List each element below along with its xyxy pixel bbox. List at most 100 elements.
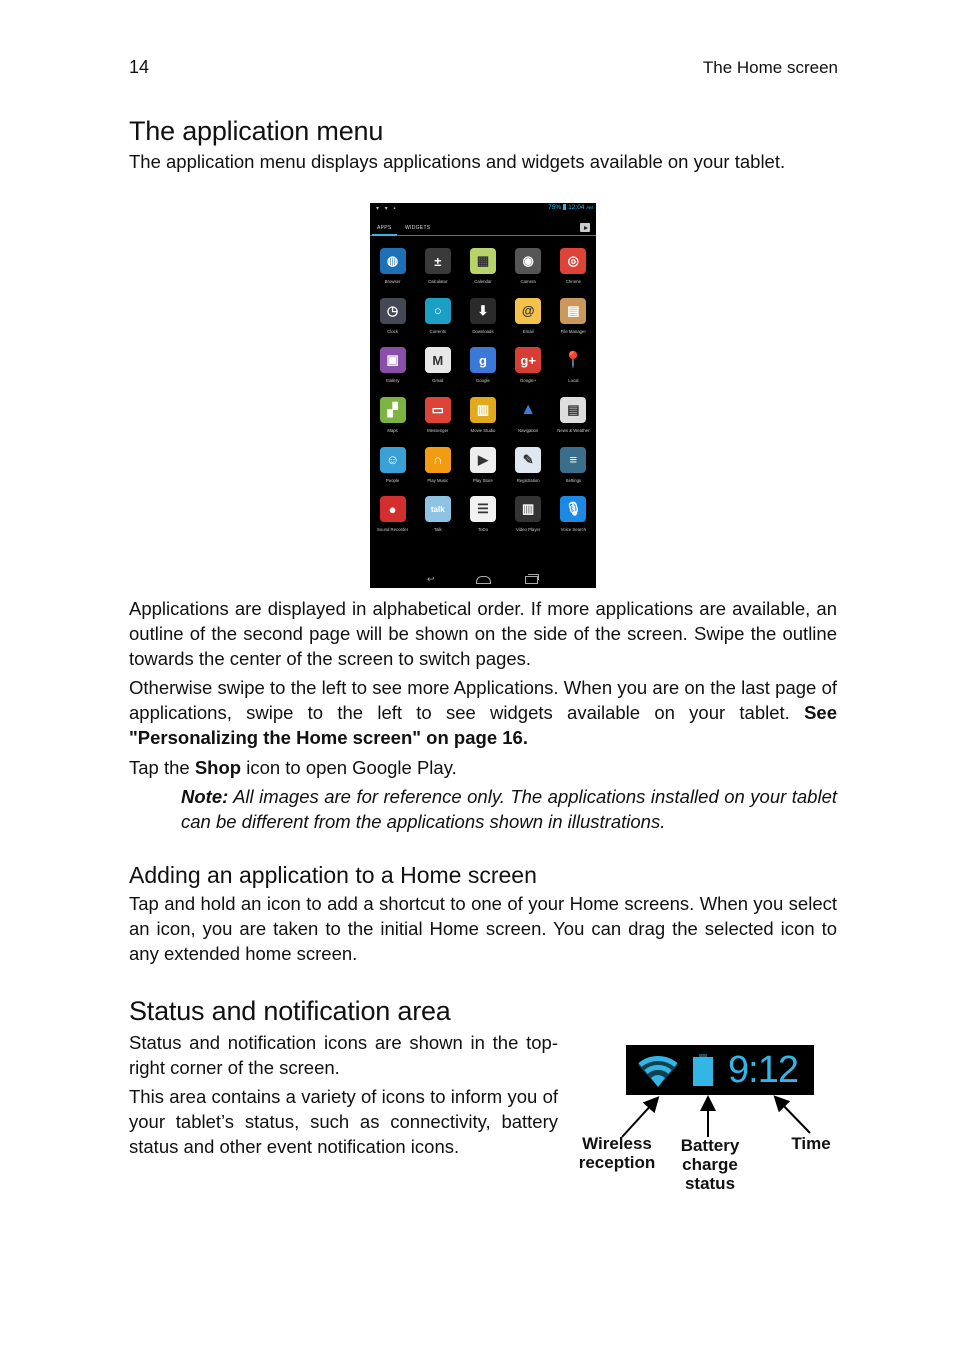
- gmail-icon: M: [424, 347, 451, 374]
- callout-battery-line1: Battery: [680, 1136, 740, 1155]
- app-item[interactable]: g Google: [460, 347, 505, 397]
- app-item[interactable]: M Gmail: [415, 347, 460, 397]
- app-item[interactable]: ▣ Gallery: [370, 347, 415, 397]
- app-label: Google+: [519, 378, 537, 384]
- section-title-adding: Adding an application to a Home screen: [129, 862, 537, 888]
- arrow-time: [773, 1095, 811, 1134]
- app-label: Play Store: [473, 477, 493, 483]
- map-pin-icon: 📍: [560, 347, 587, 374]
- app-label: Currents: [429, 328, 447, 334]
- app-label: Email: [522, 328, 534, 334]
- app-item[interactable]: ▤ File Manager: [551, 297, 596, 348]
- app-label: ToDo: [477, 527, 488, 533]
- app-item[interactable]: ✎ Registration: [506, 446, 551, 497]
- app-label: Calendar: [474, 279, 492, 284]
- app-label: Navigation: [518, 428, 539, 434]
- google-plus-icon: g+: [515, 347, 542, 374]
- app-item[interactable]: ▥ Movie Studio: [460, 397, 505, 447]
- file-manager-icon: ▤: [560, 297, 587, 324]
- app-item[interactable]: g+ Google+: [506, 347, 551, 397]
- shop-icon[interactable]: [580, 223, 590, 232]
- talk-icon: talk: [424, 496, 451, 523]
- app-item[interactable]: ∩ Play Music: [415, 446, 460, 497]
- app-item[interactable]: @ Email: [506, 297, 551, 348]
- status-clock: 9:12: [728, 1049, 799, 1091]
- app-item[interactable]: ▥ Video Player: [506, 496, 551, 546]
- todo-list-icon: ☰: [469, 496, 496, 523]
- status-para1: Status and notification icons are shown …: [129, 1032, 558, 1078]
- status-bar-illustration: 9:12: [626, 1045, 814, 1095]
- running-head: The Home screen: [702, 58, 838, 77]
- app-drawer-screenshot: ▾ ▾ ▪ 75% 12:04 AM APPS WIDGETS ◍ Browser ±…: [370, 203, 596, 588]
- note-label: Note:: [181, 786, 229, 807]
- active-tab-indicator: [372, 234, 397, 236]
- navigation-bar: ↩: [370, 573, 596, 585]
- app-item[interactable]: ◉ Camera: [506, 248, 551, 298]
- news-icon: ▤: [560, 397, 587, 424]
- back-icon[interactable]: ↩: [427, 575, 435, 584]
- maps-icon: ▞: [379, 397, 406, 424]
- app-item[interactable]: ◷ Clock: [370, 297, 415, 348]
- battery-icon: [563, 204, 567, 210]
- status-ampm: AM: [586, 205, 593, 210]
- notification-icons: ▾ ▾ ▪: [376, 206, 398, 212]
- app-label: Settings: [565, 477, 582, 483]
- status-time: 12:04: [568, 204, 585, 211]
- callout-wireless-line2: reception: [578, 1153, 656, 1172]
- app-label: Camera: [520, 279, 536, 284]
- note-text: All images are for reference only. The a…: [181, 786, 837, 832]
- app-label: People: [385, 477, 400, 483]
- tab-apps[interactable]: APPS: [377, 225, 392, 231]
- app-item[interactable]: ± Calculator: [415, 248, 460, 298]
- app-item[interactable]: ○ Currents: [415, 297, 460, 348]
- app-item[interactable]: ▶ Play Store: [460, 446, 505, 497]
- app-item[interactable]: ▭ Messenger: [415, 397, 460, 447]
- app-label: Clock: [387, 328, 398, 334]
- calendar-icon: ▦: [469, 248, 496, 274]
- app-item[interactable]: 🎙 Voice Search: [551, 496, 596, 546]
- app-item[interactable]: ☺ People: [370, 446, 415, 497]
- chrome-icon: ◎: [560, 248, 587, 274]
- arrow-wireless: [621, 1096, 660, 1138]
- recent-apps-icon[interactable]: [525, 574, 539, 584]
- app-item[interactable]: ▤ News & Weather: [551, 397, 596, 447]
- shop-keyword: Shop: [194, 757, 242, 778]
- app-label: Movie Studio: [470, 428, 496, 434]
- app-item[interactable]: ☰ ToDo: [460, 496, 505, 546]
- app-item[interactable]: ◎ Chrome: [551, 248, 596, 298]
- status-right: 75% 12:04 AM: [548, 204, 593, 211]
- app-label: Video Player: [516, 527, 541, 533]
- app-label: Chrome: [565, 279, 581, 284]
- app-item[interactable]: 📍 Local: [551, 347, 596, 397]
- app-item[interactable]: ◍ Browser: [370, 248, 415, 298]
- microphone-icon: ●: [379, 496, 406, 523]
- drawer-tabs: APPS WIDGETS: [370, 219, 596, 237]
- clock-icon: ◷: [379, 297, 406, 324]
- app-label: Sound Recorder: [376, 527, 409, 533]
- callout-battery-line2: charge: [682, 1155, 738, 1174]
- clipboard-icon: ✎: [515, 446, 542, 473]
- app-label: Google: [476, 378, 490, 384]
- home-icon[interactable]: [476, 576, 491, 584]
- app-label: Play Music: [427, 477, 449, 483]
- app-label: Local: [568, 378, 579, 384]
- wifi-icon: [638, 1056, 678, 1087]
- app-item[interactable]: ▦ Calendar: [460, 248, 505, 298]
- app-item[interactable]: ▞ Maps: [370, 397, 415, 447]
- app-item[interactable]: talk Talk: [415, 496, 460, 546]
- tab-widgets[interactable]: WIDGETS: [405, 225, 430, 231]
- app-label: Registration: [516, 477, 540, 483]
- app-item[interactable]: ⬇ Downloads: [460, 297, 505, 348]
- shop-instruction-suffix: icon to open Google Play.: [241, 757, 457, 778]
- app-label: News & Weather: [557, 428, 590, 434]
- app-item[interactable]: ▲ Navigation: [506, 397, 551, 447]
- app-item[interactable]: ● Sound Recorder: [370, 496, 415, 546]
- globe-icon: ◍: [379, 248, 406, 274]
- section-title-app-menu: The application menu: [129, 116, 384, 146]
- callout-time: Time: [791, 1134, 831, 1153]
- battery-percent: 75%: [548, 204, 562, 211]
- app-label: Talk: [433, 527, 442, 533]
- settings-sliders-icon: ≡: [560, 446, 587, 473]
- app-item[interactable]: ≡ Settings: [551, 446, 596, 497]
- app-label: Messenger: [427, 428, 449, 434]
